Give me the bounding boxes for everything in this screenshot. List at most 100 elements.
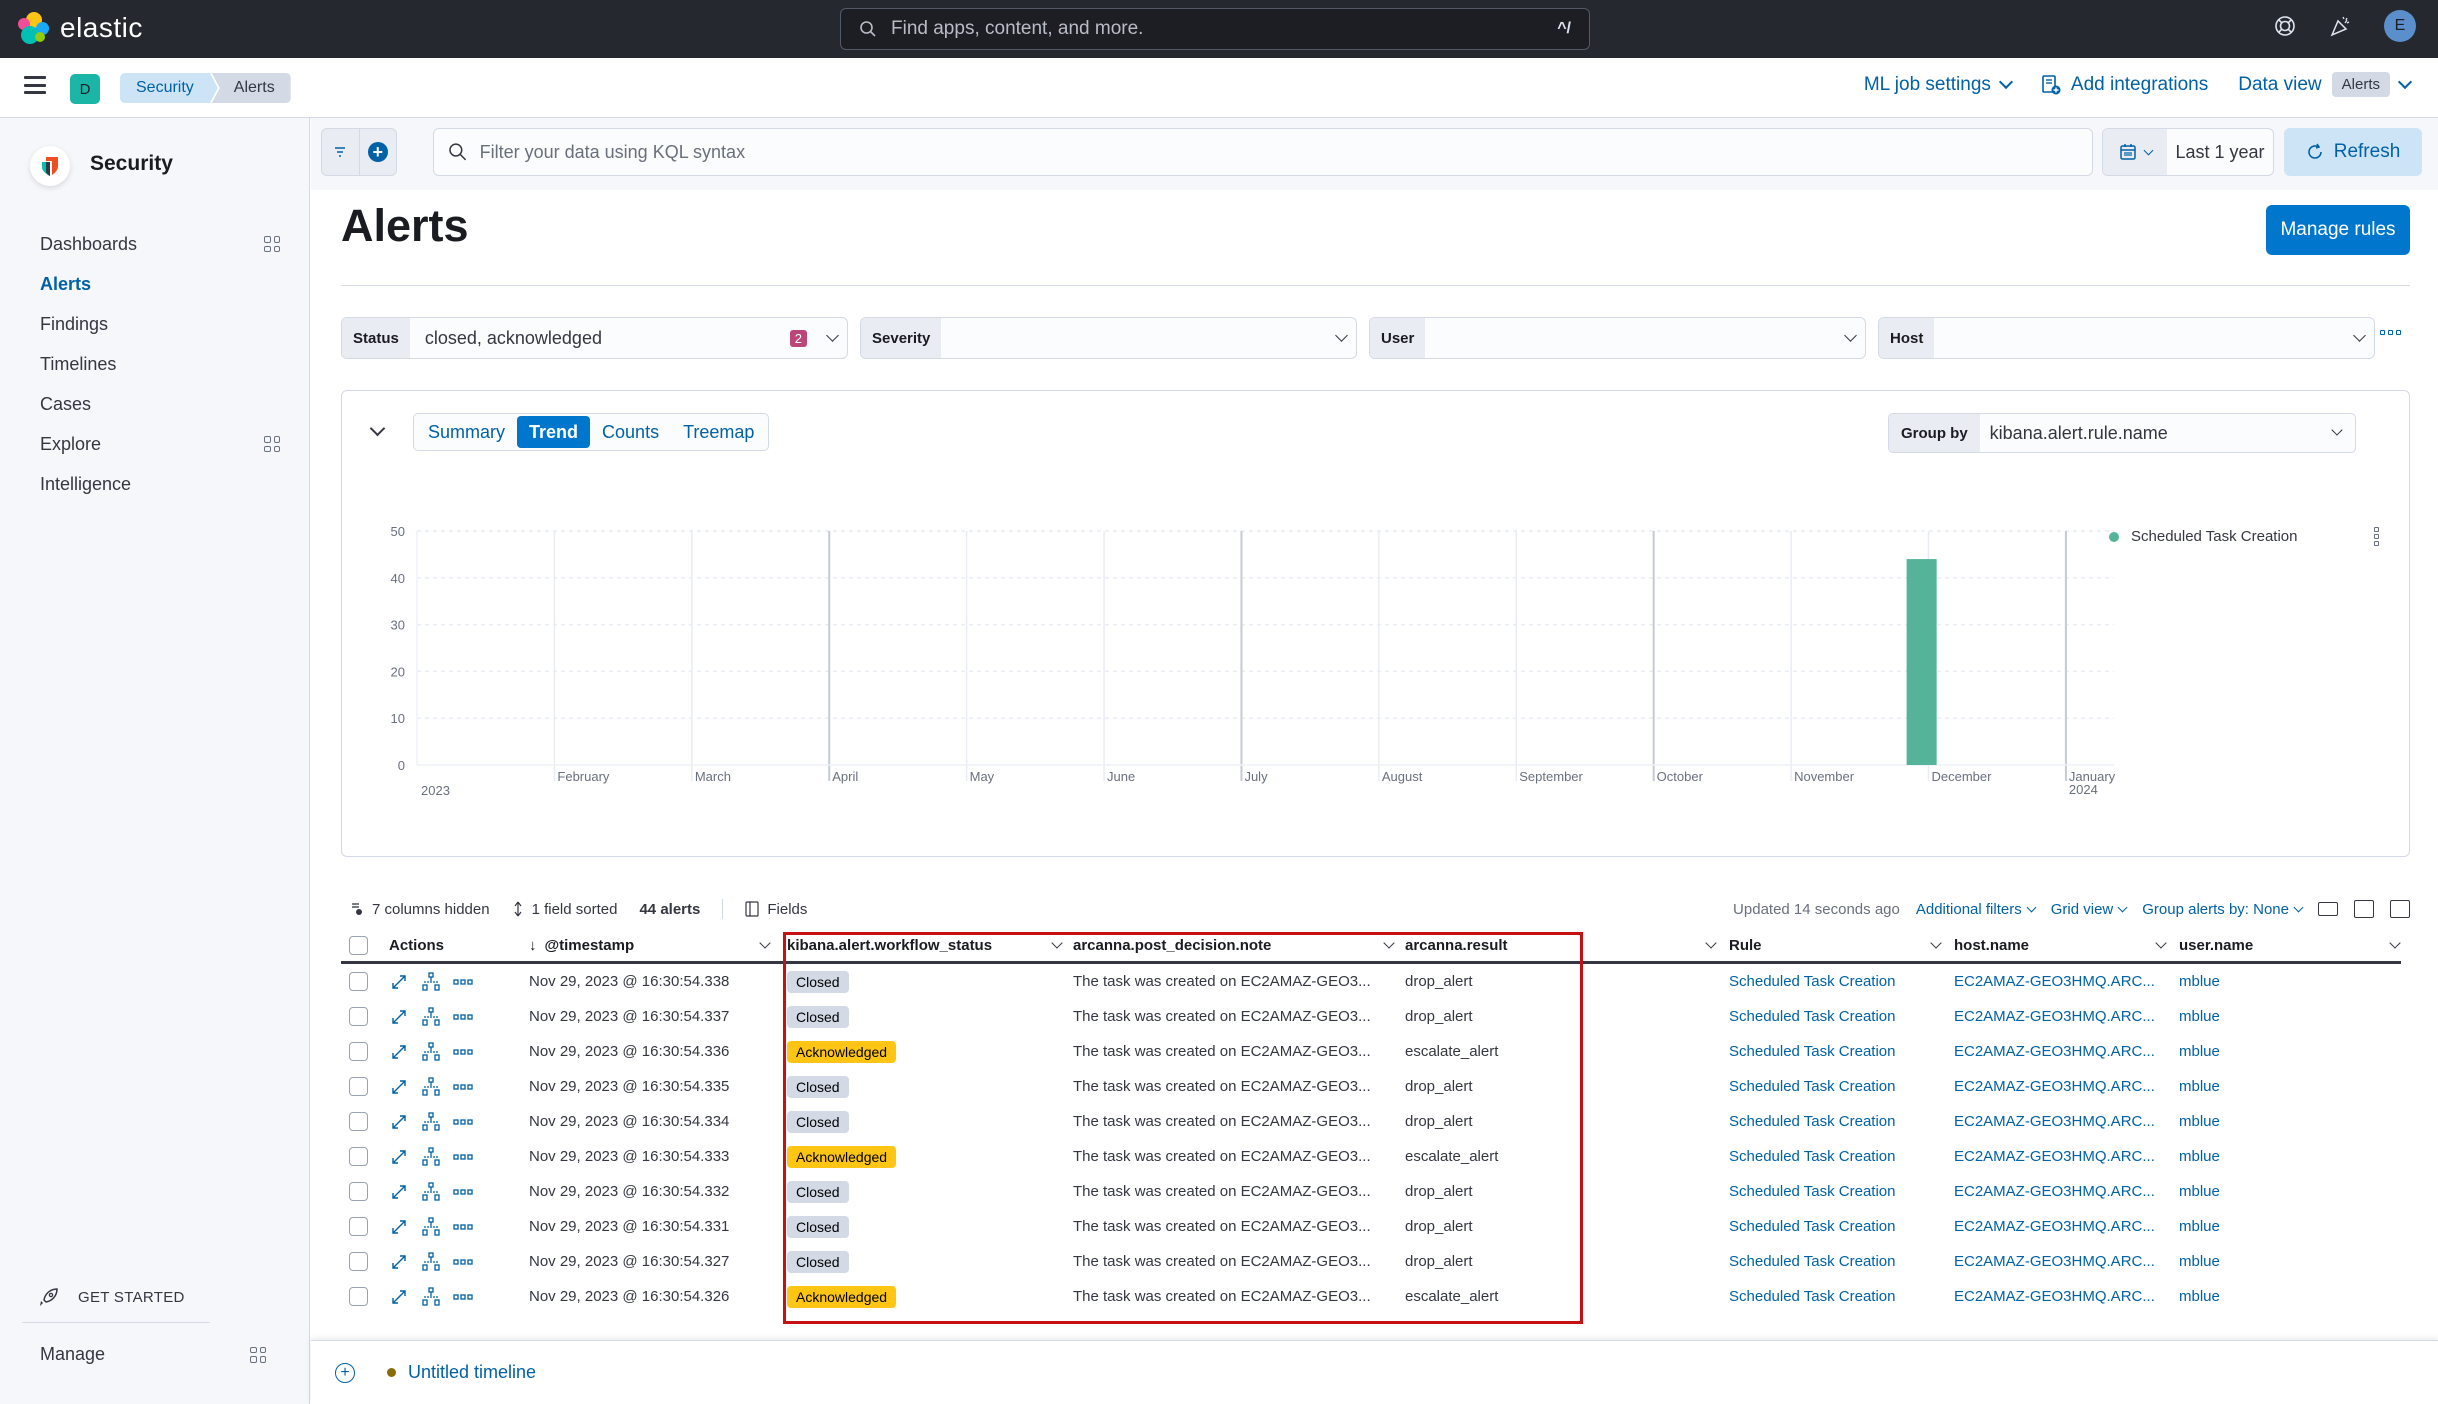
cell-rule-link[interactable]: Scheduled Task Creation <box>1727 1244 1952 1279</box>
expand-icon[interactable] <box>389 1042 409 1062</box>
sidebar-item-cases[interactable]: Cases <box>40 384 280 424</box>
user-avatar[interactable]: E <box>2384 10 2416 42</box>
analyze-event-icon[interactable] <box>421 1076 441 1097</box>
chevron-down-icon[interactable] <box>1326 318 1356 358</box>
cell-host-link[interactable]: EC2AMAZ-GEO3HMQ.ARC... <box>1952 1139 2177 1174</box>
grid-icon[interactable] <box>250 1346 266 1363</box>
help-icon[interactable] <box>2272 13 2298 39</box>
column-header-result[interactable]: arcanna.result <box>1403 930 1727 961</box>
global-search-input[interactable]: Find apps, content, and more. ^/ <box>840 8 1590 50</box>
filters-more-icon[interactable] <box>2380 330 2401 335</box>
get-started-link[interactable]: GET STARTED <box>38 1286 185 1308</box>
row-checkbox[interactable] <box>349 1007 368 1026</box>
cell-user-link[interactable]: mblue <box>2177 1174 2401 1209</box>
more-actions-icon[interactable] <box>453 1118 473 1126</box>
row-checkbox[interactable] <box>349 1182 368 1201</box>
table-row[interactable]: Nov 29, 2023 @ 16:30:54.333 Acknowledged… <box>341 1139 2401 1174</box>
row-density-icon[interactable] <box>2354 900 2374 918</box>
analyze-event-icon[interactable] <box>421 971 441 992</box>
more-actions-icon[interactable] <box>453 978 473 986</box>
kql-search[interactable] <box>433 128 2093 176</box>
table-row[interactable]: Nov 29, 2023 @ 16:30:54.327 Closed The t… <box>341 1244 2401 1279</box>
column-header-timestamp[interactable]: ↓ @timestamp <box>529 930 779 961</box>
chart-legend-item[interactable]: Scheduled Task Creation <box>2109 528 2298 545</box>
chevron-down-icon[interactable] <box>1383 937 1395 949</box>
row-checkbox[interactable] <box>349 1217 368 1236</box>
column-header-workflow-status[interactable]: kibana.alert.workflow_status <box>779 930 1071 961</box>
analyze-event-icon[interactable] <box>421 1181 441 1202</box>
sidebar-item-timelines[interactable]: Timelines <box>40 344 280 384</box>
row-checkbox[interactable] <box>349 972 368 991</box>
grid-icon[interactable] <box>264 436 280 452</box>
sort-fields-button[interactable]: 1 field sorted <box>512 901 617 918</box>
chevron-down-icon[interactable] <box>1930 937 1942 949</box>
cell-user-link[interactable]: mblue <box>2177 1034 2401 1069</box>
cell-host-link[interactable]: EC2AMAZ-GEO3HMQ.ARC... <box>1952 999 2177 1034</box>
table-row[interactable]: Nov 29, 2023 @ 16:30:54.326 Acknowledged… <box>341 1279 2401 1314</box>
sidebar-item-intelligence[interactable]: Intelligence <box>40 464 280 504</box>
row-checkbox[interactable] <box>349 1252 368 1271</box>
cell-rule-link[interactable]: Scheduled Task Creation <box>1727 1069 1952 1104</box>
analyze-event-icon[interactable] <box>421 1286 441 1307</box>
sidebar-item-explore[interactable]: Explore <box>40 424 280 464</box>
cell-rule-link[interactable]: Scheduled Task Creation <box>1727 1139 1952 1174</box>
analyze-event-icon[interactable] <box>421 1041 441 1062</box>
analyze-event-icon[interactable] <box>421 1146 441 1167</box>
chevron-down-icon[interactable] <box>1705 937 1717 949</box>
expand-icon[interactable] <box>389 1182 409 1202</box>
cell-rule-link[interactable]: Scheduled Task Creation <box>1727 1209 1952 1244</box>
data-view-selector[interactable]: Data view Alerts <box>2238 72 2413 97</box>
select-all-checkbox[interactable] <box>349 936 368 955</box>
keyboard-shortcuts-icon[interactable] <box>2318 902 2338 916</box>
sidebar-item-findings[interactable]: Findings <box>40 304 280 344</box>
cell-rule-link[interactable]: Scheduled Task Creation <box>1727 1034 1952 1069</box>
more-actions-icon[interactable] <box>453 1013 473 1021</box>
more-actions-icon[interactable] <box>453 1048 473 1056</box>
space-avatar[interactable]: D <box>70 74 100 104</box>
breadcrumb-security[interactable]: Security <box>120 73 218 103</box>
legend-menu-icon[interactable] <box>2374 527 2379 546</box>
cell-host-link[interactable]: EC2AMAZ-GEO3HMQ.ARC... <box>1952 1104 2177 1139</box>
chevron-down-icon[interactable] <box>2389 937 2401 949</box>
more-actions-icon[interactable] <box>453 1083 473 1091</box>
row-checkbox[interactable] <box>349 1112 368 1131</box>
row-checkbox[interactable] <box>349 1077 368 1096</box>
cell-user-link[interactable]: mblue <box>2177 1279 2401 1314</box>
add-integrations-button[interactable]: Add integrations <box>2041 74 2208 96</box>
sidebar-item-alerts[interactable]: Alerts <box>40 264 280 304</box>
cell-host-link[interactable]: EC2AMAZ-GEO3HMQ.ARC... <box>1952 1174 2177 1209</box>
manage-rules-button[interactable]: Manage rules <box>2266 205 2410 255</box>
columns-hidden-button[interactable]: 7 columns hidden <box>350 901 490 918</box>
chevron-down-icon[interactable] <box>2344 318 2374 358</box>
expand-icon[interactable] <box>389 1217 409 1237</box>
expand-icon[interactable] <box>389 1077 409 1097</box>
more-actions-icon[interactable] <box>453 1188 473 1196</box>
cell-user-link[interactable]: mblue <box>2177 1139 2401 1174</box>
sidebar-item-manage[interactable]: Manage <box>40 1344 266 1365</box>
cell-host-link[interactable]: EC2AMAZ-GEO3HMQ.ARC... <box>1952 964 2177 999</box>
chevron-down-icon[interactable] <box>1051 937 1063 949</box>
table-row[interactable]: Nov 29, 2023 @ 16:30:54.332 Closed The t… <box>341 1174 2401 1209</box>
timeline-name-link[interactable]: Untitled timeline <box>408 1362 536 1383</box>
more-actions-icon[interactable] <box>453 1223 473 1231</box>
cell-host-link[interactable]: EC2AMAZ-GEO3HMQ.ARC... <box>1952 1279 2177 1314</box>
grid-icon[interactable] <box>264 236 280 252</box>
more-actions-icon[interactable] <box>453 1293 473 1301</box>
quick-date-menu-button[interactable] <box>2103 129 2167 175</box>
menu-icon[interactable] <box>24 76 46 94</box>
row-checkbox[interactable] <box>349 1147 368 1166</box>
cell-user-link[interactable]: mblue <box>2177 964 2401 999</box>
analyze-event-icon[interactable] <box>421 1216 441 1237</box>
expand-icon[interactable] <box>389 1007 409 1027</box>
column-header-rule[interactable]: Rule <box>1727 930 1952 961</box>
cell-rule-link[interactable]: Scheduled Task Creation <box>1727 999 1952 1034</box>
fields-button[interactable]: Fields <box>745 901 807 918</box>
cell-user-link[interactable]: mblue <box>2177 1104 2401 1139</box>
chevron-down-icon[interactable] <box>759 937 771 949</box>
column-header-host[interactable]: host.name <box>1952 930 2177 961</box>
cell-user-link[interactable]: mblue <box>2177 1209 2401 1244</box>
fullscreen-icon[interactable] <box>2390 900 2410 918</box>
date-range-label[interactable]: Last 1 year <box>2167 129 2273 175</box>
analyze-event-icon[interactable] <box>421 1111 441 1132</box>
user-filter[interactable]: User <box>1369 317 1866 359</box>
